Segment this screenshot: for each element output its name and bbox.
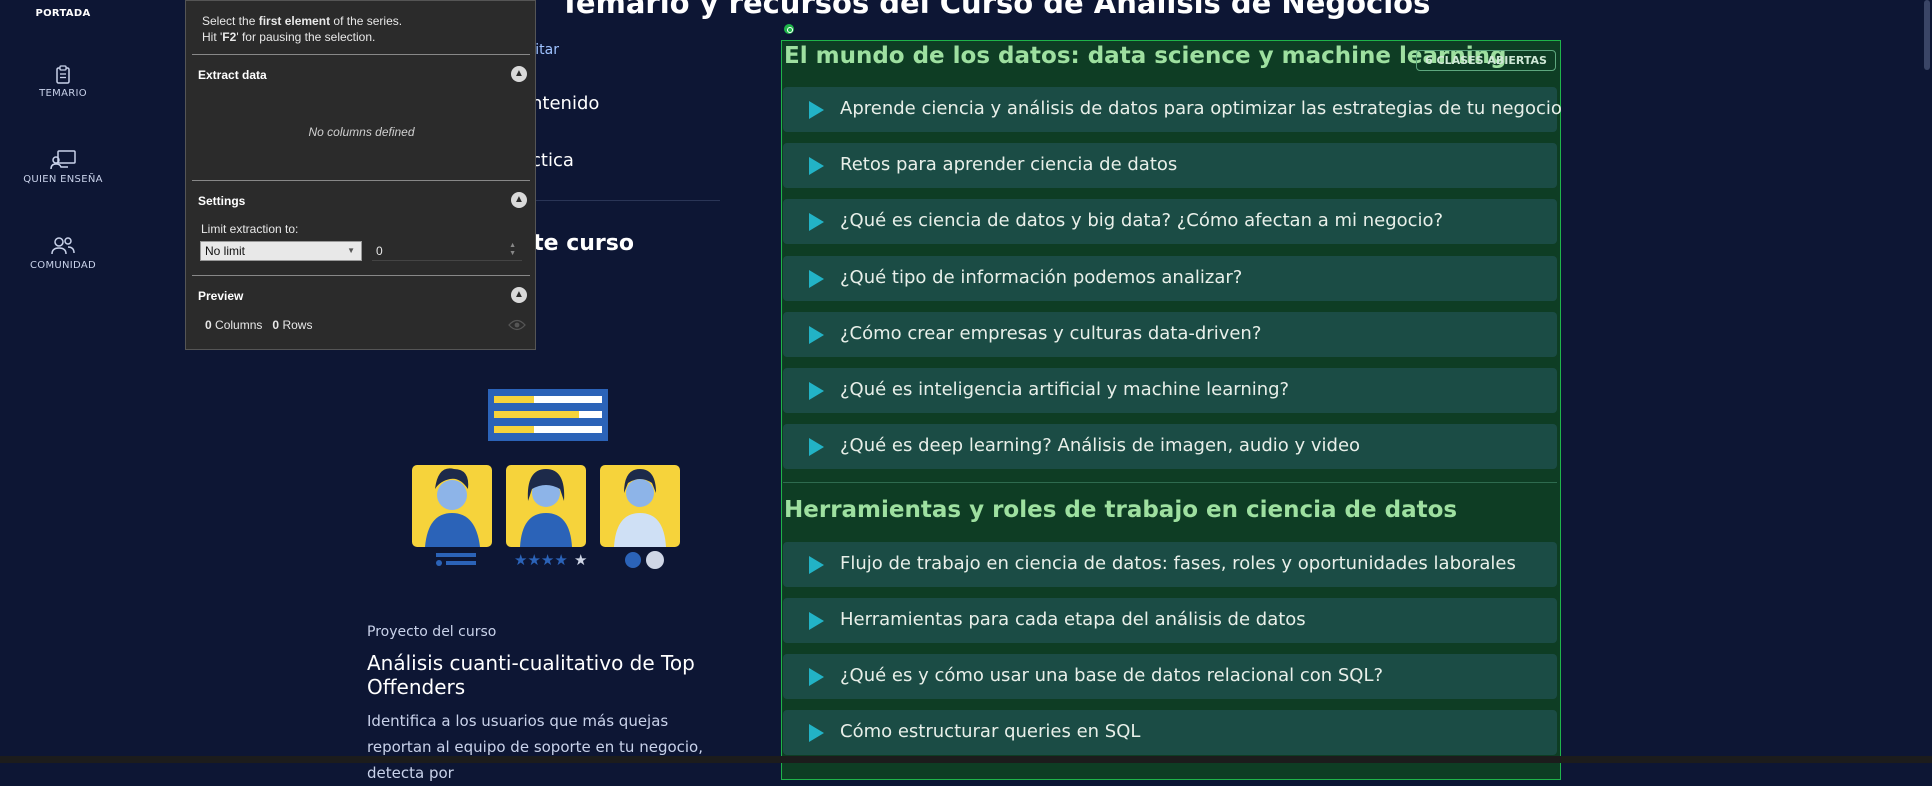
section-title: Herramientas y roles de trabajo en cienc… (784, 497, 1458, 523)
people-icon (0, 236, 126, 256)
lesson-item[interactable]: ¿Qué tipo de información podemos analiza… (783, 256, 1557, 301)
eye-icon[interactable] (508, 318, 526, 336)
scrollbar[interactable] (1921, 0, 1932, 763)
play-icon (809, 382, 824, 400)
play-icon (809, 724, 824, 742)
extract-data-title: Extract data (198, 68, 267, 82)
mid-heading: ste curso (520, 231, 634, 256)
limit-select-value: No limit (205, 244, 246, 258)
collapse-preview-button[interactable]: ▲ (511, 287, 527, 303)
sidebar: PORTADA TEMARIO QUIEN ENSEÑA COMUNIDAD (0, 0, 126, 763)
lesson-item[interactable]: ¿Qué es y cómo usar una base de datos re… (783, 654, 1557, 699)
page-title: Temario y recursos del Curso de Análisis… (560, 0, 1431, 20)
lesson-item[interactable]: ¿Qué es ciencia de datos y big data? ¿Có… (783, 199, 1557, 244)
teacher-icon (0, 150, 126, 170)
divider (192, 54, 530, 55)
play-icon (809, 556, 824, 574)
sidebar-item-label: PORTADA (35, 8, 91, 19)
divider (783, 482, 1557, 483)
lesson-item[interactable]: ¿Cómo crear empresas y culturas data-dri… (783, 312, 1557, 357)
extraction-panel: Select the first element of the series. … (185, 0, 536, 350)
play-icon (809, 612, 824, 630)
settings-title: Settings (198, 194, 246, 208)
play-icon (809, 157, 824, 175)
project-title[interactable]: Análisis cuanti-cualitativo de Top Offen… (367, 651, 697, 699)
lesson-item[interactable]: Cómo estructurar queries en SQL (783, 710, 1557, 755)
play-icon (809, 213, 824, 231)
course-illustration: ★★★★ ★ (410, 385, 685, 570)
divider (192, 180, 530, 181)
sidebar-item-temario[interactable]: TEMARIO (0, 65, 126, 99)
project-label: Proyecto del curso (367, 624, 497, 640)
divider (192, 275, 530, 276)
no-columns-message: No columns defined (308, 125, 415, 139)
limit-number-input[interactable]: 0 ▲ ▼ (372, 241, 522, 261)
preview-stats: 0 Columns 0 Rows (205, 318, 313, 332)
play-icon (809, 438, 824, 456)
sidebar-item-label: QUIEN ENSEÑA (23, 174, 103, 185)
sidebar-item-quien-ensena[interactable]: QUIEN ENSEÑA (0, 150, 126, 185)
play-icon (809, 668, 824, 686)
clipboard-icon (0, 65, 126, 84)
lesson-item[interactable]: Herramientas para cada etapa del análisi… (783, 598, 1557, 643)
selection-hint: Select the first element of the series. … (202, 14, 403, 44)
limit-select[interactable]: No limit ▼ (200, 241, 362, 261)
play-icon (809, 326, 824, 344)
play-icon (809, 101, 824, 119)
lesson-item[interactable]: Flujo de trabajo en ciencia de datos: fa… (783, 542, 1557, 587)
sidebar-item-label: COMUNIDAD (30, 260, 96, 271)
collapse-extract-button[interactable]: ▲ (511, 66, 527, 82)
lesson-item[interactable]: Aprende ciencia y análisis de datos para… (783, 87, 1562, 132)
lesson-item[interactable]: ¿Qué es deep learning? Análisis de image… (783, 424, 1557, 469)
chevron-down-icon: ▼ (347, 246, 355, 255)
open-classes-badge: 6 CLASES ABIERTAS (1416, 50, 1556, 71)
play-icon (809, 270, 824, 288)
sidebar-item-portada[interactable]: PORTADA (0, 4, 126, 19)
scrollbar-thumb[interactable] (1924, 0, 1930, 70)
project-description: Identifica a los usuarios que más quejas… (367, 712, 704, 782)
preview-title: Preview (198, 289, 244, 303)
svg-text:★: ★ (574, 551, 587, 569)
svg-text:★★★★: ★★★★ (514, 551, 568, 569)
section-title: El mundo de los datos: data science y ma… (784, 43, 1507, 69)
lesson-item[interactable]: ¿Qué es inteligencia artificial y machin… (783, 368, 1557, 413)
spinner-icon[interactable]: ▲ ▼ (509, 242, 516, 258)
sidebar-item-comunidad[interactable]: COMUNIDAD (0, 236, 126, 271)
taskbar (0, 756, 1932, 763)
limit-label: Limit extraction to: (201, 222, 299, 236)
lesson-item[interactable]: Retos para aprender ciencia de datos (783, 143, 1557, 188)
limit-number-value: 0 (376, 244, 383, 258)
sidebar-item-label: TEMARIO (39, 88, 87, 99)
collapse-settings-button[interactable]: ▲ (511, 192, 527, 208)
target-icon (782, 22, 796, 36)
